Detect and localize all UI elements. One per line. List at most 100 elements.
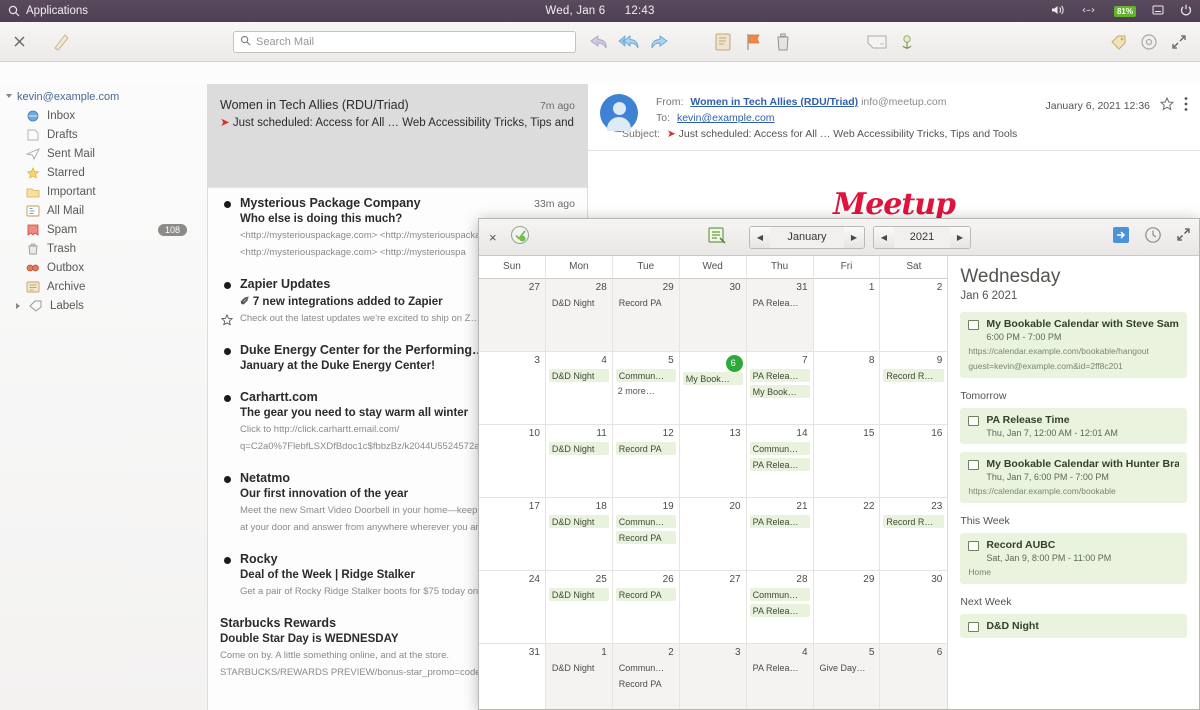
- agenda-event-card[interactable]: My Bookable Calendar with Steve Samuel6:…: [960, 312, 1187, 378]
- calendar-day-cell[interactable]: 6: [880, 644, 947, 710]
- calendar-day-cell[interactable]: 9Record R…: [880, 352, 947, 425]
- search-input[interactable]: Search Mail: [233, 31, 576, 53]
- calendar-event[interactable]: PA Relea…: [750, 515, 810, 528]
- expand-icon[interactable]: [1176, 227, 1191, 247]
- calendar-event[interactable]: Record R…: [883, 369, 944, 382]
- calendar-day-cell[interactable]: 27: [680, 571, 747, 644]
- clock[interactable]: Wed, Jan 6 12:43: [0, 5, 1200, 17]
- sidebar-item-all-mail[interactable]: All Mail: [0, 201, 207, 220]
- calendar-day-cell[interactable]: 13: [680, 425, 747, 498]
- calendar-day-cell[interactable]: 26Record PA: [613, 571, 680, 644]
- trash-icon[interactable]: [768, 29, 798, 55]
- flag-icon[interactable]: [738, 29, 768, 55]
- calendar-day-cell[interactable]: 29Record PA: [613, 279, 680, 352]
- calendar-day-cell[interactable]: 12Record PA: [613, 425, 680, 498]
- sidebar-item-outbox[interactable]: Outbox: [0, 258, 207, 277]
- calendar-event[interactable]: Commun…: [750, 442, 810, 455]
- calendar-event[interactable]: Record PA: [616, 588, 676, 601]
- calendar-day-cell[interactable]: 28D&D Night: [546, 279, 613, 352]
- calendar-event[interactable]: PA Relea…: [750, 458, 810, 471]
- more-vertical-icon[interactable]: [1184, 96, 1188, 115]
- calendar-day-cell[interactable]: 11D&D Night: [546, 425, 613, 498]
- calendar-event[interactable]: Record PA: [616, 442, 676, 455]
- calendar-day-cell[interactable]: 20: [680, 498, 747, 571]
- calendar-day-cell[interactable]: 24: [479, 571, 546, 644]
- power-icon[interactable]: [1180, 4, 1192, 19]
- calendar-day-cell[interactable]: 6My Book…: [680, 352, 747, 425]
- star-icon[interactable]: [221, 313, 233, 331]
- battery-indicator[interactable]: 81%: [1114, 6, 1136, 17]
- next-year-button[interactable]: ▶: [950, 227, 970, 248]
- calendar-day-cell[interactable]: 7PA Relea…My Book…: [747, 352, 814, 425]
- month-selector[interactable]: ◀ January ▶: [749, 226, 865, 249]
- calendar-day-cell[interactable]: 3: [680, 644, 747, 710]
- calendar-day-cell[interactable]: 25D&D Night: [546, 571, 613, 644]
- sidebar-item-inbox[interactable]: Inbox: [0, 106, 207, 125]
- calendar-more-link[interactable]: 2 more…: [616, 386, 676, 396]
- network-icon[interactable]: ‹–›: [1082, 4, 1098, 18]
- account-row[interactable]: kevin@example.com: [0, 88, 207, 106]
- calendar-day-cell[interactable]: 10: [479, 425, 546, 498]
- calendar-event[interactable]: My Book…: [683, 372, 743, 385]
- go-to-date-icon[interactable]: [1112, 226, 1130, 249]
- agenda-event-card[interactable]: My Bookable Calendar with Hunter Bradley…: [960, 452, 1187, 503]
- year-selector[interactable]: ◀ 2021 ▶: [873, 226, 971, 249]
- calendar-day-cell[interactable]: 28Commun…PA Relea…: [747, 571, 814, 644]
- calendar-day-cell[interactable]: 4D&D Night: [546, 352, 613, 425]
- reply-icon[interactable]: [584, 29, 614, 55]
- calendar-event[interactable]: D&D Night: [549, 661, 609, 674]
- calendar-day-cell[interactable]: 1D&D Night: [546, 644, 613, 710]
- calendar-day-cell[interactable]: 5Commun…2 more…: [613, 352, 680, 425]
- calendar-close-button[interactable]: ×: [489, 230, 497, 245]
- calendar-day-cell[interactable]: 4PA Relea…: [747, 644, 814, 710]
- sidebar-item-archive[interactable]: Archive: [0, 277, 207, 296]
- star-icon[interactable]: [1160, 97, 1174, 114]
- mark-unread-icon[interactable]: [862, 29, 892, 55]
- calendar-event[interactable]: Record PA: [616, 296, 676, 309]
- calendar-day-cell[interactable]: 31PA Relea…: [747, 279, 814, 352]
- from-name[interactable]: Women in Tech Allies (RDU/Triad): [690, 96, 858, 108]
- calendar-event[interactable]: My Book…: [750, 385, 810, 398]
- volume-icon[interactable]: [1051, 4, 1066, 19]
- calendar-event[interactable]: Record PA: [616, 531, 676, 544]
- calendar-event[interactable]: Commun…: [616, 661, 676, 674]
- prev-year-button[interactable]: ◀: [874, 227, 894, 248]
- sidebar-item-spam[interactable]: Spam108: [0, 220, 207, 239]
- calendar-day-cell[interactable]: 30: [880, 571, 947, 644]
- reply-all-icon[interactable]: [614, 29, 644, 55]
- calendar-event[interactable]: Give Day…: [817, 661, 877, 674]
- tag-icon[interactable]: [1104, 29, 1134, 55]
- calendar-event[interactable]: Record PA: [616, 677, 676, 690]
- calendar-day-cell[interactable]: 14Commun…PA Relea…: [747, 425, 814, 498]
- sidebar-item-important[interactable]: Important: [0, 182, 207, 201]
- calendar-event[interactable]: D&D Night: [549, 588, 609, 601]
- calendar-event[interactable]: D&D Night: [549, 369, 609, 382]
- prev-month-button[interactable]: ◀: [750, 227, 770, 248]
- sidebar-item-starred[interactable]: Starred: [0, 163, 207, 182]
- calendar-day-cell[interactable]: 3: [479, 352, 546, 425]
- calendar-event[interactable]: Commun…: [750, 588, 810, 601]
- calendar-event[interactable]: D&D Night: [549, 515, 609, 528]
- calendar-day-cell[interactable]: 31: [479, 644, 546, 710]
- chevron-right-icon[interactable]: [16, 303, 20, 309]
- calendar-day-cell[interactable]: 5Give Day…: [814, 644, 881, 710]
- calendar-event[interactable]: Commun…: [616, 369, 676, 382]
- keyboard-icon[interactable]: [1152, 4, 1164, 19]
- calendar-day-cell[interactable]: 22: [814, 498, 881, 571]
- close-icon[interactable]: [4, 29, 34, 55]
- calendar-day-cell[interactable]: 23Record R…: [880, 498, 947, 571]
- calendar-day-cell[interactable]: 19Commun…Record PA: [613, 498, 680, 571]
- calendar-day-cell[interactable]: 2Commun…Record PA: [613, 644, 680, 710]
- message-list-item[interactable]: Women in Tech Allies (RDU/Triad)7m ago➤ …: [208, 84, 587, 187]
- calendar-day-cell[interactable]: 30: [680, 279, 747, 352]
- calendar-day-cell[interactable]: 29: [814, 571, 881, 644]
- junk-icon[interactable]: [892, 29, 922, 55]
- calendar-event[interactable]: PA Relea…: [750, 604, 810, 617]
- sidebar-item-trash[interactable]: Trash: [0, 239, 207, 258]
- applications-menu[interactable]: Applications: [8, 5, 88, 17]
- sidebar-item-labels[interactable]: Labels: [0, 296, 207, 315]
- today-icon[interactable]: [509, 224, 531, 251]
- next-month-button[interactable]: ▶: [844, 227, 864, 248]
- calendar-day-cell[interactable]: 18D&D Night: [546, 498, 613, 571]
- agenda-event-card[interactable]: D&D Night: [960, 614, 1187, 638]
